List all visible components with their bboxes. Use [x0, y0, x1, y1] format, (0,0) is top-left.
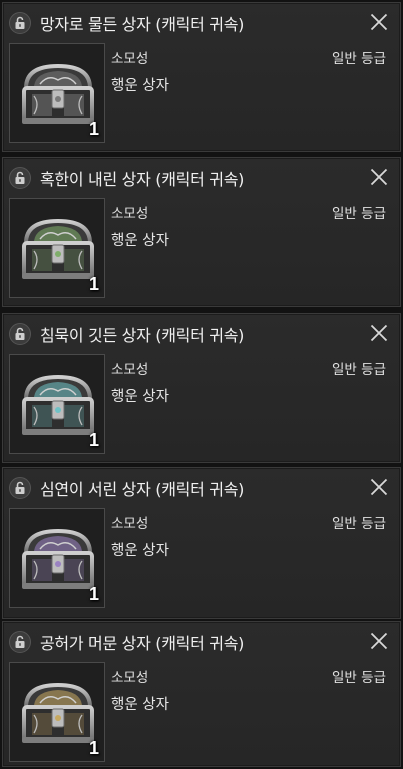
close-icon[interactable]	[368, 630, 390, 652]
card-header: 공허가 머문 상자 (캐릭터 귀속)	[3, 622, 400, 660]
item-thumbnail[interactable]: 1	[9, 43, 105, 143]
item-card: 망자로 물든 상자 (캐릭터 귀속) 1 소모성 일반 등급 행운 상자	[2, 2, 401, 152]
item-card: 침묵이 깃든 상자 (캐릭터 귀속) 1 소모성 일반 등급 행운 상자	[2, 313, 401, 463]
item-quantity: 1	[88, 430, 99, 450]
card-title: 침묵이 깃든 상자 (캐릭터 귀속)	[40, 326, 245, 345]
item-quantity: 1	[88, 119, 99, 139]
item-grade: 일반 등급	[332, 51, 386, 67]
card-header: 혹한이 내린 상자 (캐릭터 귀속)	[3, 158, 400, 196]
item-quantity: 1	[88, 274, 99, 294]
unlock-icon[interactable]	[9, 477, 31, 499]
close-icon[interactable]	[368, 322, 390, 344]
item-notification-list: 망자로 물든 상자 (캐릭터 귀속) 1 소모성 일반 등급 행운 상자 혹한이…	[0, 0, 403, 769]
item-thumbnail[interactable]: 1	[9, 662, 105, 762]
item-card: 심연이 서린 상자 (캐릭터 귀속) 1 소모성 일반 등급 행운 상자	[2, 467, 401, 619]
item-thumbnail[interactable]: 1	[9, 198, 105, 298]
unlock-icon[interactable]	[9, 12, 31, 34]
item-grade: 일반 등급	[332, 362, 386, 378]
item-thumbnail[interactable]: 1	[9, 508, 105, 608]
item-name: 행운 상자	[111, 543, 169, 559]
close-icon[interactable]	[368, 476, 390, 498]
unlock-icon[interactable]	[9, 167, 31, 189]
card-header: 침묵이 깃든 상자 (캐릭터 귀속)	[3, 314, 400, 352]
card-header: 심연이 서린 상자 (캐릭터 귀속)	[3, 468, 400, 506]
item-thumbnail[interactable]: 1	[9, 354, 105, 454]
item-card: 공허가 머문 상자 (캐릭터 귀속) 1 소모성 일반 등급 행운 상자	[2, 621, 401, 767]
item-quantity: 1	[88, 738, 99, 758]
unlock-icon[interactable]	[9, 323, 31, 345]
close-icon[interactable]	[368, 11, 390, 33]
item-grade: 일반 등급	[332, 670, 386, 686]
item-type: 소모성	[111, 206, 149, 222]
item-name: 행운 상자	[111, 389, 169, 405]
item-name: 행운 상자	[111, 233, 169, 249]
item-quantity: 1	[88, 584, 99, 604]
item-type: 소모성	[111, 516, 149, 532]
item-name: 행운 상자	[111, 697, 169, 713]
close-icon[interactable]	[368, 166, 390, 188]
item-grade: 일반 등급	[332, 206, 386, 222]
item-type: 소모성	[111, 670, 149, 686]
card-title: 망자로 물든 상자 (캐릭터 귀속)	[40, 15, 245, 34]
unlock-icon[interactable]	[9, 631, 31, 653]
card-title: 혹한이 내린 상자 (캐릭터 귀속)	[40, 170, 245, 189]
card-title: 공허가 머문 상자 (캐릭터 귀속)	[40, 634, 245, 653]
item-name: 행운 상자	[111, 78, 169, 94]
item-type: 소모성	[111, 362, 149, 378]
item-grade: 일반 등급	[332, 516, 386, 532]
item-type: 소모성	[111, 51, 149, 67]
card-title: 심연이 서린 상자 (캐릭터 귀속)	[40, 480, 245, 499]
card-header: 망자로 물든 상자 (캐릭터 귀속)	[3, 3, 400, 41]
item-card: 혹한이 내린 상자 (캐릭터 귀속) 1 소모성 일반 등급 행운 상자	[2, 157, 401, 307]
